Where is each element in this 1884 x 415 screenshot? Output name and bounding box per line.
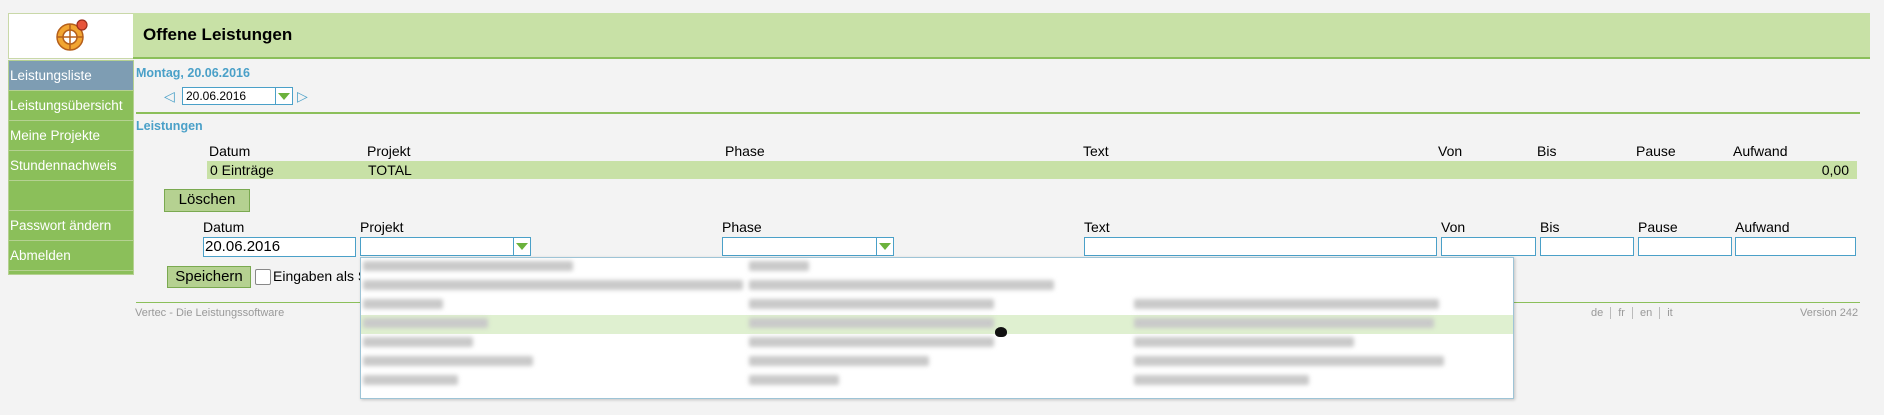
- col-header-bis: Bis: [1537, 143, 1557, 159]
- sidebar-item-abmelden[interactable]: Abmelden: [9, 241, 133, 271]
- text-input[interactable]: [1084, 237, 1437, 256]
- bis-input[interactable]: [1540, 237, 1634, 256]
- next-day-icon[interactable]: ▷: [297, 88, 311, 105]
- section-title: Leistungen: [136, 119, 203, 133]
- save-as-checkbox[interactable]: [255, 269, 271, 285]
- sidebar-item-meine-projekte[interactable]: Meine Projekte: [9, 121, 133, 151]
- form-header-pause: Pause: [1638, 219, 1678, 235]
- form-header-von: Von: [1441, 219, 1466, 235]
- date-picker: ◁ 20.06.2016 ▷: [164, 87, 311, 105]
- col-header-aufwand: Aufwand: [1733, 143, 1788, 159]
- date-select[interactable]: 20.06.2016: [182, 87, 293, 105]
- prev-day-icon[interactable]: ◁: [164, 88, 178, 105]
- date-input[interactable]: 20.06.2016: [203, 237, 356, 257]
- sidebar-item-leistungsliste[interactable]: Leistungsliste: [9, 61, 133, 91]
- page-header: Offene Leistungen: [133, 13, 1870, 59]
- table-row-total: 0 Einträge TOTAL 0,00: [207, 161, 1857, 179]
- form-header-datum: Datum: [203, 219, 245, 235]
- col-header-datum: Datum: [209, 143, 251, 159]
- list-item[interactable]: [361, 334, 1513, 353]
- col-header-von: Von: [1438, 143, 1463, 159]
- lang-de[interactable]: de: [1584, 307, 1612, 319]
- list-item[interactable]: [361, 258, 1513, 277]
- sidebar-item-stundennachweis[interactable]: Stundennachweis: [9, 151, 133, 181]
- list-item[interactable]: [361, 372, 1513, 391]
- chevron-down-icon[interactable]: [275, 88, 292, 104]
- chevron-down-icon[interactable]: [513, 238, 530, 255]
- delete-button[interactable]: Löschen: [164, 189, 250, 212]
- project-dropdown-list: [360, 257, 1514, 399]
- page-title: Offene Leistungen: [143, 25, 293, 44]
- date-header: Montag, 20.06.2016: [136, 66, 250, 80]
- col-header-phase: Phase: [725, 143, 765, 159]
- total-label: TOTAL: [368, 162, 412, 178]
- entry-count: 0 Einträge: [210, 162, 274, 178]
- form-header-projekt: Projekt: [360, 219, 404, 235]
- chevron-down-icon[interactable]: [876, 238, 893, 255]
- form-header-bis: Bis: [1540, 219, 1560, 235]
- project-select[interactable]: [360, 237, 531, 256]
- date-select-value: 20.06.2016: [186, 89, 247, 103]
- mouse-cursor-icon: [995, 327, 1007, 337]
- language-switcher: de fr en it: [1584, 307, 1680, 319]
- total-sum: 0,00: [1821, 162, 1849, 178]
- footer-text: Vertec - Die Leistungssoftware: [135, 307, 285, 319]
- lang-fr[interactable]: fr: [1611, 307, 1633, 319]
- aufwand-input[interactable]: [1735, 237, 1856, 256]
- lang-en[interactable]: en: [1633, 307, 1661, 319]
- vertec-logo-icon: [56, 19, 88, 51]
- sidebar-spacer: [9, 181, 133, 211]
- form-header-text: Text: [1084, 219, 1110, 235]
- list-item[interactable]: [361, 315, 1513, 334]
- list-item[interactable]: [361, 296, 1513, 315]
- col-header-text: Text: [1083, 143, 1109, 159]
- pause-input[interactable]: [1638, 237, 1732, 256]
- form-header-aufwand: Aufwand: [1735, 219, 1790, 235]
- von-input[interactable]: [1441, 237, 1536, 256]
- divider: [136, 112, 1860, 114]
- sidebar-item-passwort-aendern[interactable]: Passwort ändern: [9, 211, 133, 241]
- sidebar: Leistungsliste Leistungsübersicht Meine …: [8, 60, 134, 275]
- phase-select[interactable]: [722, 237, 894, 256]
- col-header-pause: Pause: [1636, 143, 1676, 159]
- col-header-projekt: Projekt: [367, 143, 411, 159]
- logo: [8, 13, 134, 59]
- sidebar-item-leistungsuebersicht[interactable]: Leistungsübersicht: [9, 91, 133, 121]
- list-item[interactable]: [361, 277, 1513, 296]
- save-button[interactable]: Speichern: [167, 266, 251, 288]
- form-header-phase: Phase: [722, 219, 762, 235]
- list-item[interactable]: [361, 353, 1513, 372]
- version-text: Version 242: [1800, 307, 1859, 319]
- checkbox-label: Eingaben als S: [273, 268, 368, 284]
- lang-it[interactable]: it: [1660, 307, 1680, 319]
